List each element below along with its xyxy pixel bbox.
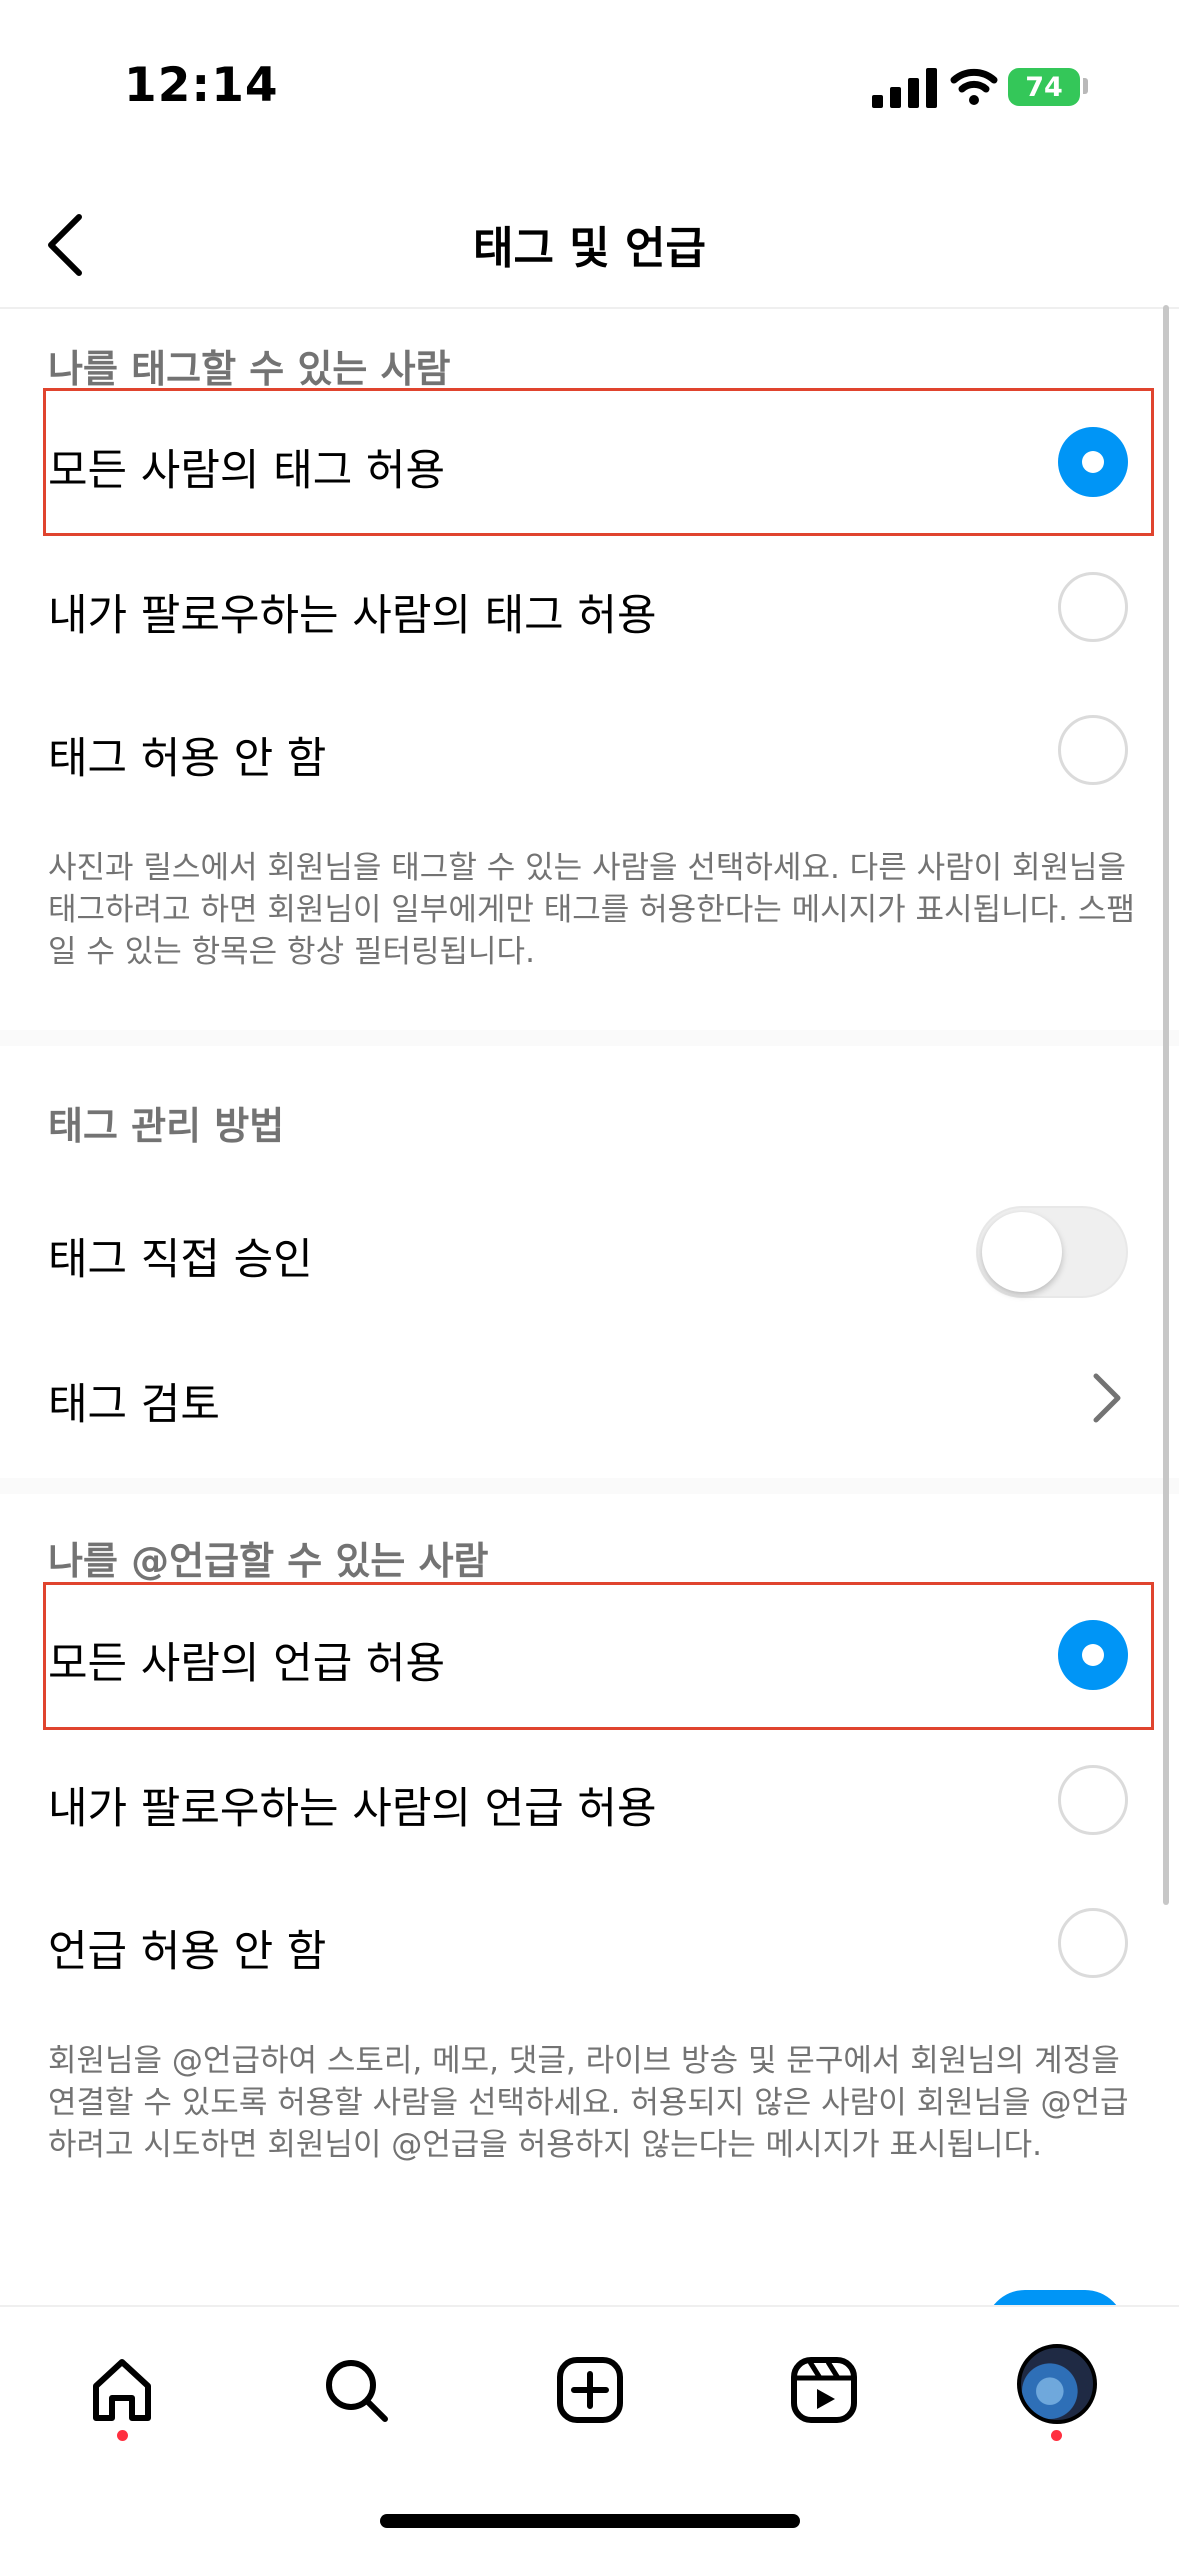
header-divider bbox=[0, 307, 1179, 309]
tab-home[interactable] bbox=[72, 2340, 172, 2440]
tag-option-everyone[interactable]: 모든 사람의 태그 허용 bbox=[0, 392, 1160, 532]
mention-option-label: 내가 팔로우하는 사람의 언급 허용 bbox=[48, 1784, 657, 1834]
mention-option-everyone[interactable]: 모든 사람의 언급 허용 bbox=[0, 1585, 1160, 1725]
radio-unselected[interactable] bbox=[1058, 715, 1128, 785]
radio-unselected[interactable] bbox=[1058, 572, 1128, 642]
home-indicator bbox=[380, 2514, 800, 2528]
tag-option-following[interactable]: 내가 팔로우하는 사람의 태그 허용 bbox=[0, 537, 1160, 677]
mentions-section-title: 나를 @언급할 수 있는 사람 bbox=[48, 1539, 489, 1583]
tag-review-label: 태그 검토 bbox=[48, 1380, 220, 1430]
mention-option-following[interactable]: 내가 팔로우하는 사람의 언급 허용 bbox=[0, 1730, 1160, 1870]
tag-management-section-title: 태그 관리 방법 bbox=[48, 1104, 285, 1148]
search-icon bbox=[326, 2360, 388, 2422]
manual-approve-label: 태그 직접 승인 bbox=[48, 1235, 313, 1285]
section-separator bbox=[0, 1030, 1179, 1046]
tag-option-label: 태그 허용 안 함 bbox=[48, 734, 327, 784]
mention-option-label: 언급 허용 안 함 bbox=[48, 1927, 327, 1977]
cellular-signal-icon bbox=[872, 68, 937, 108]
radio-selected[interactable] bbox=[1058, 1620, 1128, 1690]
create-icon bbox=[557, 2357, 623, 2423]
tags-description: 사진과 릴스에서 회원님을 태그할 수 있는 사람을 선택하세요. 다른 사람이… bbox=[48, 850, 1135, 970]
battery-level: 74 bbox=[1025, 71, 1063, 103]
mention-option-label: 모든 사람의 언급 허용 bbox=[48, 1639, 446, 1689]
radio-unselected[interactable] bbox=[1058, 1908, 1128, 1978]
notification-dot bbox=[117, 2430, 128, 2441]
battery-indicator: 74 bbox=[1008, 68, 1080, 106]
profile-avatar[interactable] bbox=[1017, 2344, 1097, 2424]
notification-dot bbox=[1051, 2430, 1062, 2441]
tab-create[interactable] bbox=[540, 2340, 640, 2440]
tag-option-label: 내가 팔로우하는 사람의 태그 허용 bbox=[48, 591, 657, 641]
tag-option-none[interactable]: 태그 허용 안 함 bbox=[0, 680, 1160, 820]
wifi-icon bbox=[950, 68, 998, 105]
chevron-right-icon bbox=[1093, 1373, 1121, 1423]
mention-option-none[interactable]: 언급 허용 안 함 bbox=[0, 1873, 1160, 2013]
battery-tip bbox=[1083, 78, 1088, 94]
radio-unselected[interactable] bbox=[1058, 1765, 1128, 1835]
reels-icon bbox=[791, 2357, 857, 2423]
toggle-knob bbox=[982, 1212, 1062, 1292]
section-separator bbox=[0, 1478, 1179, 1494]
tags-section-title: 나를 태그할 수 있는 사람 bbox=[48, 347, 451, 391]
tag-review-row[interactable]: 태그 검토 bbox=[0, 1340, 1160, 1456]
home-icon bbox=[93, 2359, 151, 2421]
scrollbar[interactable] bbox=[1163, 305, 1169, 1905]
tab-reels[interactable] bbox=[774, 2340, 874, 2440]
mentions-description: 회원님을 @언급하여 스토리, 메모, 댓글, 라이브 방송 및 문구에서 회원… bbox=[48, 2043, 1129, 2163]
tab-search[interactable] bbox=[306, 2340, 406, 2440]
radio-selected[interactable] bbox=[1058, 427, 1128, 497]
page-title: 태그 및 언급 bbox=[472, 223, 707, 274]
status-time: 12:14 bbox=[124, 58, 279, 113]
tag-option-label: 모든 사람의 태그 허용 bbox=[48, 446, 446, 496]
manual-approve-toggle[interactable] bbox=[976, 1206, 1128, 1298]
